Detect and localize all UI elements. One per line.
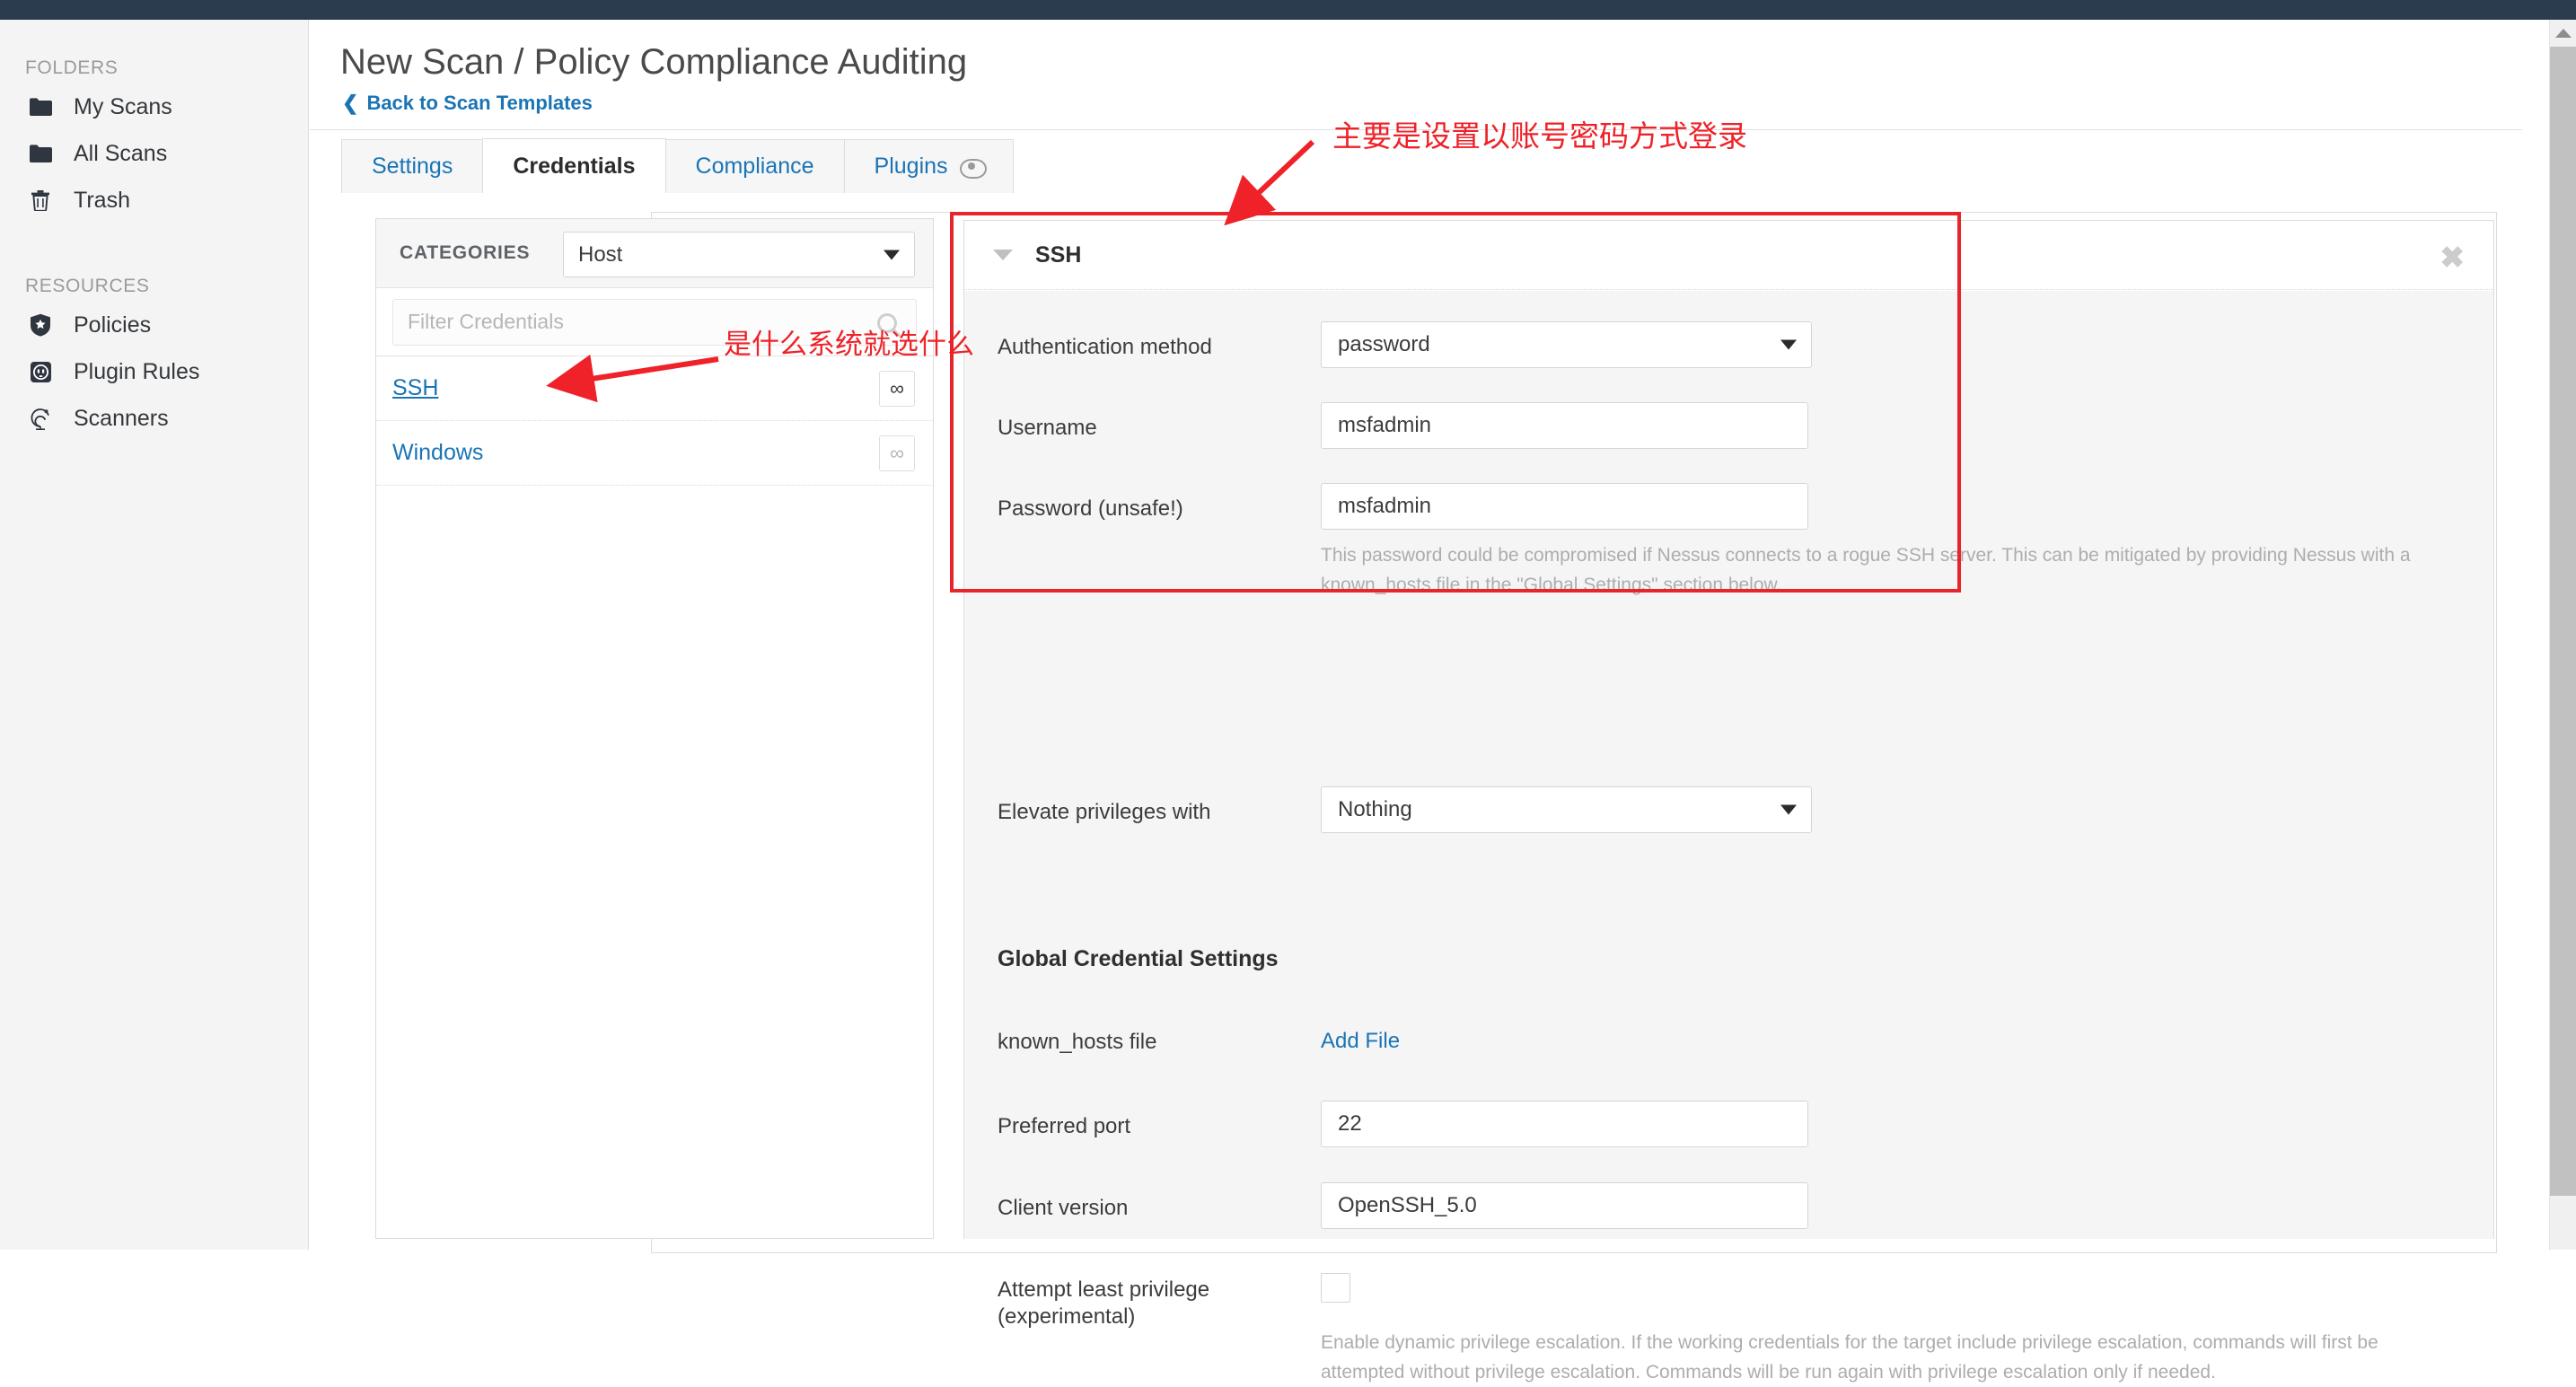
sidebar-group-title-folders: FOLDERS [25, 57, 119, 78]
credential-name: Windows [392, 440, 484, 465]
tab-plugins[interactable]: Plugins [843, 139, 1014, 193]
credential-name: SSH [392, 375, 439, 400]
global-credential-settings-heading: Global Credential Settings [998, 946, 1279, 971]
detail-panel-header: SSH ✖ [964, 221, 2493, 290]
credential-count-badge: ∞ [879, 370, 915, 407]
shield-star-icon [25, 313, 56, 337]
scrollbar-thumb[interactable] [2550, 47, 2576, 1196]
category-select[interactable]: Host [563, 232, 915, 277]
chevron-left-icon: ❮ [342, 92, 359, 114]
category-select-value: Host [578, 241, 623, 267]
outlet-icon [25, 361, 56, 383]
preferred-port-value: 22 [1338, 1111, 1362, 1136]
tab-label: Credentials [513, 153, 636, 179]
tab-label: Settings [372, 154, 453, 179]
chevron-down-icon [1780, 339, 1797, 350]
password-helper-text: This password could be compromised if Ne… [1321, 545, 2411, 595]
sidebar-item-label: Trash [74, 187, 130, 213]
sidebar-item-trash[interactable]: Trash [25, 178, 295, 223]
password-value: msfadmin [1338, 494, 1432, 518]
folder-icon [25, 144, 56, 163]
field-label: Password (unsafe!) [998, 496, 1183, 521]
tab-label: Compliance [695, 154, 814, 179]
page-title: New Scan / Policy Compliance Auditing [340, 42, 968, 82]
client-version-value: OpenSSH_5.0 [1338, 1193, 1477, 1217]
sidebar-item-policies[interactable]: Policies [25, 303, 295, 347]
password-input[interactable]: msfadmin [1321, 483, 1808, 530]
detail-panel-title: SSH [1035, 241, 1082, 268]
close-icon[interactable]: ✖ [2440, 242, 2465, 272]
categories-label: CATEGORIES [400, 242, 531, 263]
top-navigation-bar [0, 0, 2576, 20]
sidebar-item-my-scans[interactable]: My Scans [25, 84, 295, 129]
radar-icon [25, 407, 56, 430]
eye-icon [959, 158, 987, 179]
detail-panel-body: Authentication method password Username … [964, 291, 2493, 1383]
sidebar-item-label: My Scans [74, 93, 172, 119]
chevron-down-icon[interactable] [993, 250, 1013, 260]
annotation-note-left: 是什么系统就选什么 [724, 329, 974, 361]
sidebar-item-label: All Scans [74, 140, 168, 166]
tab-bar: Settings Credentials Compliance Plugins [341, 138, 1014, 193]
tab-label: Plugins [874, 154, 948, 179]
tab-settings[interactable]: Settings [341, 139, 484, 193]
field-label: Preferred port [998, 1114, 1131, 1138]
attempt-least-privilege-helper-text: Enable dynamic privilege escalation. If … [1321, 1332, 2378, 1383]
sidebar-item-label: Scanners [74, 405, 169, 431]
chevron-down-icon [1780, 804, 1797, 815]
tab-credentials[interactable]: Credentials [482, 138, 666, 193]
sidebar-item-label: Plugin Rules [74, 358, 200, 384]
credential-count-badge: ∞ [879, 435, 915, 471]
vertical-scrollbar[interactable] [2549, 20, 2576, 1250]
sidebar-item-scanners[interactable]: Scanners [25, 396, 295, 441]
field-label: Attempt least privilege (experimental) [998, 1277, 1210, 1329]
annotation-note-top: 主要是设置以账号密码方式登录 [1332, 119, 1747, 154]
chevron-down-icon [884, 250, 900, 259]
elevate-privileges-select[interactable]: Nothing [1321, 786, 1812, 833]
sidebar-group-title-resources: RESOURCES [25, 276, 150, 296]
trash-icon [25, 189, 56, 211]
sidebar-item-all-scans[interactable]: All Scans [25, 131, 295, 176]
add-file-link[interactable]: Add File [1321, 1029, 1400, 1054]
username-value: msfadmin [1338, 413, 1432, 437]
authentication-method-select[interactable]: password [1321, 321, 1812, 368]
scroll-up-arrow-icon[interactable] [2550, 20, 2576, 47]
field-label: Username [998, 416, 1097, 440]
folder-icon [25, 97, 56, 117]
back-to-scan-templates-link[interactable]: ❮ Back to Scan Templates [342, 92, 593, 115]
client-version-input[interactable]: OpenSSH_5.0 [1321, 1182, 1808, 1229]
ssh-credential-detail-panel: SSH ✖ Authentication method password Use… [963, 220, 2494, 1383]
back-link-label: Back to Scan Templates [366, 92, 593, 114]
sidebar-item-plugin-rules[interactable]: Plugin Rules [25, 349, 295, 394]
authentication-method-value: password [1338, 332, 1430, 356]
list-item[interactable]: SSH ∞ [376, 356, 933, 421]
attempt-least-privilege-checkbox[interactable] [1321, 1273, 1350, 1303]
preferred-port-input[interactable]: 22 [1321, 1101, 1808, 1147]
list-item[interactable]: Windows ∞ [376, 421, 933, 486]
elevate-privileges-value: Nothing [1338, 797, 1412, 821]
username-input[interactable]: msfadmin [1321, 402, 1808, 449]
field-label: Elevate privileges with [998, 800, 1211, 824]
credentials-categories-panel: CATEGORIES Host SSH ∞ Windows ∞ [375, 218, 934, 1239]
field-label: Client version [998, 1196, 1129, 1220]
categories-header: CATEGORIES Host [376, 219, 933, 288]
field-label: Authentication method [998, 335, 1212, 359]
tab-compliance[interactable]: Compliance [664, 139, 845, 193]
sidebar-item-label: Policies [74, 312, 152, 338]
sidebar: FOLDERS My Scans All Scans Trash RESOURC… [0, 20, 309, 1250]
field-label: known_hosts file [998, 1030, 1157, 1054]
